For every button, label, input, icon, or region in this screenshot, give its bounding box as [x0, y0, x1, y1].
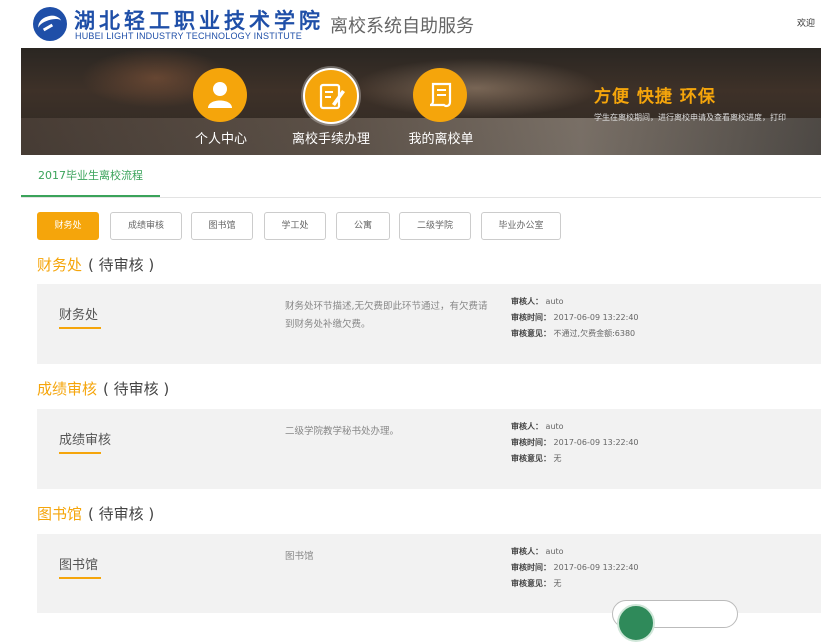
review-time-value: 2017-06-09 13:22:40	[553, 313, 639, 322]
site-header: 湖北轻工职业技术学院 HUBEI LIGHT INDUSTRY TECHNOLO…	[0, 0, 821, 48]
section-title-finance: 财务处 ( 待审核 )	[37, 254, 154, 275]
section-name: 图书馆	[37, 505, 83, 523]
review-opinion-label: 审核意见：	[511, 454, 551, 463]
step-finance[interactable]: 财务处	[37, 212, 99, 240]
reviewer-label: 审核人：	[511, 547, 543, 556]
reviewer-value: auto	[545, 422, 564, 431]
tab-graduate-leave-process[interactable]: 2017毕业生离校流程	[21, 155, 160, 197]
reviewer-value: auto	[545, 297, 564, 306]
nav-circle[interactable]	[193, 68, 247, 122]
reviewer-label: 审核人：	[511, 422, 543, 431]
step-dormitory[interactable]: 公寓	[336, 212, 390, 240]
step-student-affairs[interactable]: 学工处	[264, 212, 326, 240]
floating-action-button[interactable]	[612, 600, 738, 642]
section-card-grades: 成绩审核 二级学院教学秘书处办理。 审核人： auto 审核时间： 2017-0…	[37, 409, 821, 489]
hero-banner: 个人中心 离校手续办理 我的离校单 方便 快捷 环保 学生在离校期间，进行离校申…	[21, 48, 821, 155]
section-name: 成绩审核	[37, 380, 98, 398]
nav-circle[interactable]	[413, 68, 467, 122]
card-description: 财务处环节描述,无欠费即此环节通过，有欠费请到财务处补缴欠费。	[285, 301, 488, 330]
card-review-info: 审核人： auto 审核时间： 2017-06-09 13:22:40 审核意见…	[511, 544, 639, 592]
section-status: ( 待审核 )	[88, 256, 155, 274]
section-card-finance: 财务处 财务处环节描述,无欠费即此环节通过，有欠费请到财务处补缴欠费。 审核人：…	[37, 284, 821, 364]
scroll-icon	[429, 82, 452, 108]
reviewer-value: auto	[545, 547, 564, 556]
step-secondary-college[interactable]: 二级学院	[399, 212, 471, 240]
review-opinion-value: 不通过,欠费金额:6380	[553, 329, 636, 338]
section-name: 财务处	[37, 256, 83, 274]
section-status: ( 待审核 )	[103, 380, 170, 398]
floating-button-icon[interactable]	[617, 604, 655, 642]
review-opinion-label: 审核意见：	[511, 579, 551, 588]
card-step-name: 财务处	[59, 308, 99, 323]
review-opinion-value: 无	[553, 579, 562, 588]
card-review-info: 审核人： auto 审核时间： 2017-06-09 13:22:40 审核意见…	[511, 294, 639, 342]
review-time-value: 2017-06-09 13:22:40	[553, 438, 639, 447]
section-status: ( 待审核 )	[88, 505, 155, 523]
banner-slogan: 方便 快捷 环保	[594, 87, 716, 107]
review-time-label: 审核时间：	[511, 438, 551, 447]
review-opinion-value: 无	[553, 454, 562, 463]
nav-circle-active[interactable]	[303, 68, 359, 124]
nav-label: 离校手续办理	[291, 132, 370, 147]
section-title-library: 图书馆 ( 待审核 )	[37, 503, 154, 524]
section-title-grades: 成绩审核 ( 待审核 )	[37, 378, 169, 399]
step-library[interactable]: 图书馆	[191, 212, 253, 240]
nav-label: 我的离校单	[408, 132, 474, 147]
review-time-label: 审核时间：	[511, 313, 551, 322]
review-opinion-label: 审核意见：	[511, 329, 551, 338]
welcome-text: 欢迎	[797, 19, 816, 29]
banner-slogan-subtitle: 学生在离校期间，进行离校申请及查看离校进度，打印	[594, 113, 786, 122]
step-graduation-office[interactable]: 毕业办公室	[481, 212, 561, 240]
nav-label: 个人中心	[194, 132, 247, 147]
card-description: 图书馆	[285, 551, 314, 562]
card-review-info: 审核人： auto 审核时间： 2017-06-09 13:22:40 审核意见…	[511, 419, 639, 467]
card-description: 二级学院教学秘书处办理。	[285, 426, 400, 437]
step-grades[interactable]: 成绩审核	[110, 212, 182, 240]
card-name-underline	[59, 452, 101, 454]
review-time-label: 审核时间：	[511, 563, 551, 572]
process-tab-bar: 2017毕业生离校流程	[21, 155, 821, 198]
school-logo-icon[interactable]	[33, 7, 67, 41]
reviewer-label: 审核人：	[511, 297, 543, 306]
edit-document-icon	[319, 83, 345, 110]
card-step-name: 成绩审核	[59, 433, 112, 448]
logo-english-name[interactable]: HUBEI LIGHT INDUSTRY TECHNOLOGY INSTITUT…	[75, 31, 302, 41]
site-title: 离校系统自助服务	[330, 16, 474, 37]
card-name-underline	[59, 327, 101, 329]
nav-personal-center[interactable]: 个人中心	[176, 48, 266, 155]
user-icon	[208, 82, 232, 108]
card-name-underline	[59, 577, 101, 579]
review-time-value: 2017-06-09 13:22:40	[553, 563, 639, 572]
nav-leave-procedures[interactable]: 离校手续办理	[286, 48, 376, 155]
nav-my-leave-form[interactable]: 我的离校单	[396, 48, 486, 155]
card-step-name: 图书馆	[59, 558, 99, 573]
